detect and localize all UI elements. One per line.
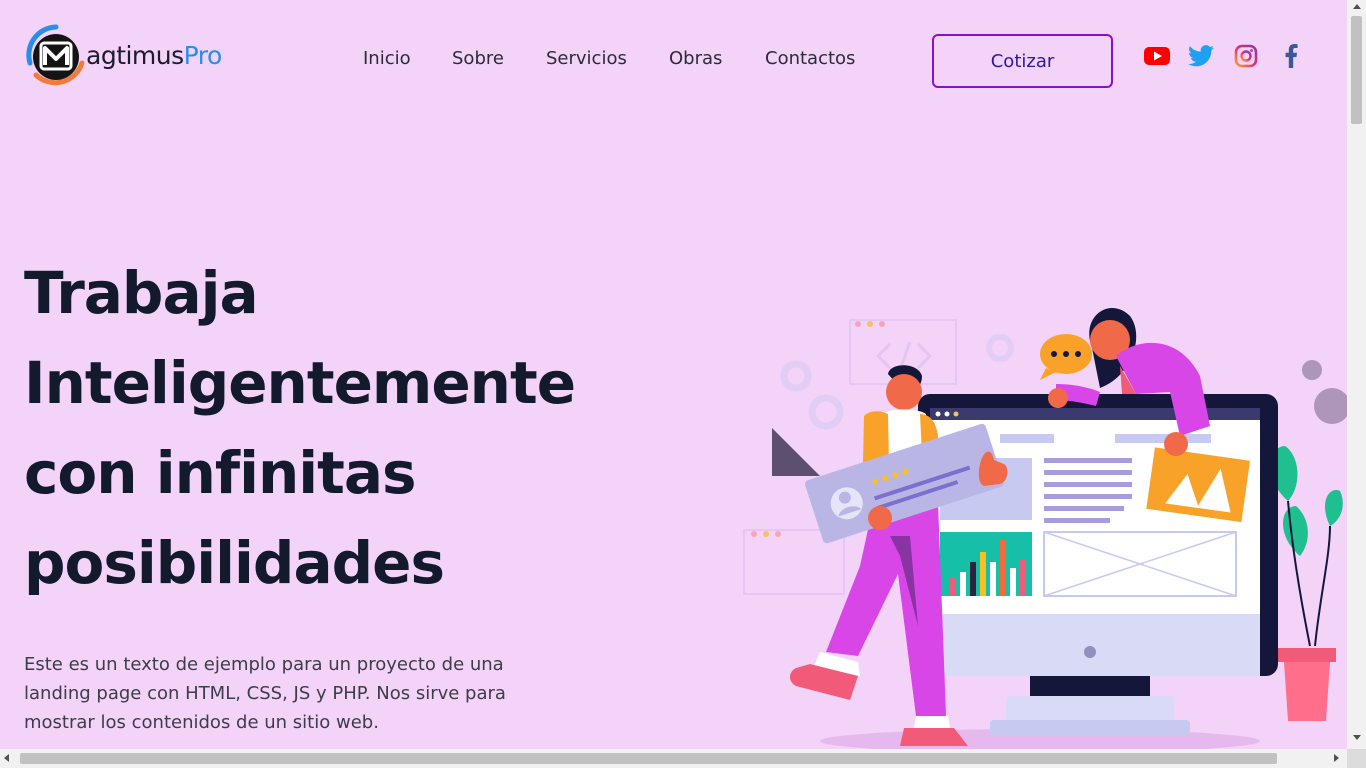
horizontal-scrollbar[interactable] bbox=[0, 749, 1347, 768]
facebook-icon[interactable] bbox=[1278, 44, 1304, 68]
youtube-icon[interactable] bbox=[1144, 44, 1170, 68]
scroll-right-icon[interactable] bbox=[1334, 754, 1339, 762]
nav-link-obras[interactable]: Obras bbox=[669, 48, 722, 69]
nav-link-sobre[interactable]: Sobre bbox=[452, 48, 504, 69]
nav-link-inicio[interactable]: Inicio bbox=[363, 48, 411, 69]
logo-mark-icon bbox=[24, 23, 88, 87]
hero-title-line: Inteligentemente bbox=[24, 349, 576, 417]
landing-page: agtimusPro Inicio Sobre Servicios Obras … bbox=[0, 0, 1347, 749]
hero-title-line: Trabaja bbox=[24, 259, 259, 327]
horizontal-scrollbar-thumb[interactable] bbox=[20, 753, 1277, 764]
scrollbar-corner bbox=[1347, 749, 1366, 768]
instagram-icon[interactable] bbox=[1233, 44, 1259, 68]
nav-link-contactos[interactable]: Contactos bbox=[765, 48, 855, 69]
hero-title-line: con infinitas bbox=[24, 439, 417, 507]
scroll-up-icon[interactable] bbox=[1353, 4, 1361, 9]
hero-description: Este es un texto de ejemplo para un proy… bbox=[24, 650, 564, 737]
hero-description-line: mostrar los contenidos de un sitio web. bbox=[24, 712, 379, 733]
logo-text-main: agtimus bbox=[86, 40, 184, 70]
hero-title-line: posibilidades bbox=[24, 529, 445, 597]
logo-text: agtimusPro bbox=[86, 41, 222, 70]
hero-description-line: Este es un texto de ejemplo para un proy… bbox=[24, 654, 504, 675]
scroll-left-icon[interactable] bbox=[4, 754, 9, 762]
vertical-scrollbar[interactable] bbox=[1347, 0, 1366, 768]
vertical-scrollbar-thumb[interactable] bbox=[1351, 16, 1362, 124]
hero-description-line: landing page con HTML, CSS, JS y PHP. No… bbox=[24, 683, 506, 704]
scroll-down-icon[interactable] bbox=[1353, 735, 1361, 740]
nav-link-servicios[interactable]: Servicios bbox=[546, 48, 627, 69]
hero-illustration: ★★★★ bbox=[740, 296, 1347, 749]
hero-title: Trabaja Inteligentemente con infinitas p… bbox=[24, 248, 644, 608]
twitter-icon[interactable] bbox=[1188, 44, 1214, 68]
logo[interactable]: agtimusPro bbox=[24, 22, 222, 88]
logo-text-accent: Pro bbox=[183, 40, 223, 70]
cotizar-button[interactable]: Cotizar bbox=[932, 34, 1113, 88]
